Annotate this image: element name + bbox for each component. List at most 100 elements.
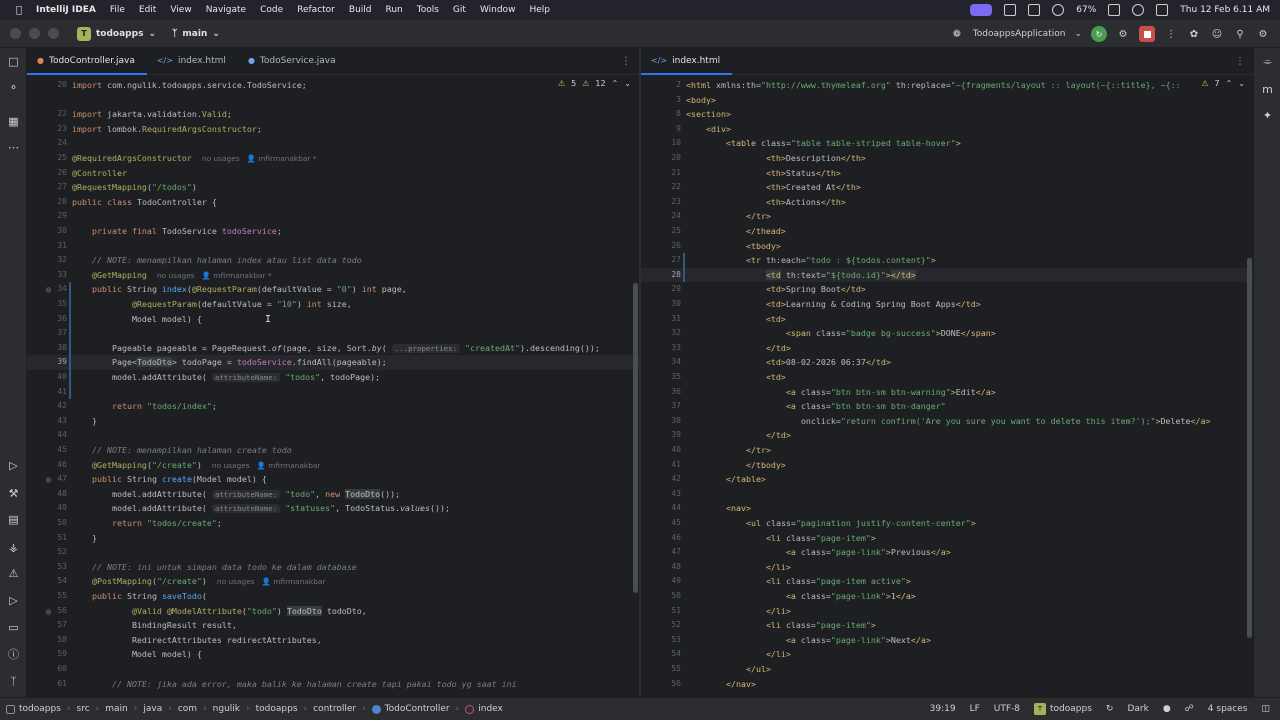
left-code-line[interactable]: 58 RedirectAttributes redirectAttributes… — [27, 633, 639, 648]
menu-help[interactable]: Help — [529, 5, 550, 15]
right-code-line[interactable]: 55 </ul> — [641, 662, 1253, 677]
left-code-line[interactable]: 31 — [27, 239, 639, 254]
shortcuts-icon[interactable] — [1028, 4, 1041, 16]
line-number[interactable]: 8 — [641, 107, 681, 122]
left-code-line[interactable]: 30 private final TodoService todoService… — [27, 224, 639, 239]
left-code-line[interactable]: 45 // NOTE: menampilkan halaman create t… — [27, 443, 639, 458]
status-circle-icon[interactable]: ● — [1163, 704, 1171, 714]
code-text[interactable]: <a class="btn btn-sm btn-danger" — [686, 399, 946, 414]
right-code-line[interactable]: 54 </li> — [641, 647, 1253, 662]
right-code-line[interactable]: 28 <td th:text="${todo.id}"></td> — [641, 267, 1253, 283]
right-code-line[interactable]: 20 <th>Description</th> — [641, 151, 1253, 166]
menu-code[interactable]: Code — [260, 5, 283, 15]
code-text[interactable]: <a class="page-link">Next</a> — [686, 633, 931, 648]
line-number[interactable]: 29 — [641, 282, 681, 297]
right-code-line[interactable]: 8 <section> — [641, 107, 1253, 122]
code-text[interactable]: <li class="page-item"> — [686, 531, 876, 546]
line-number[interactable]: 35 — [27, 297, 67, 312]
line-number[interactable]: 52 — [27, 545, 67, 560]
code-text[interactable]: model.addAttribute( attributeName: "stat… — [72, 501, 450, 517]
line-number[interactable]: 26 — [27, 166, 67, 181]
right-code-line[interactable]: 35 <td> — [641, 370, 1253, 385]
code-text[interactable]: import com.ngulik.todoapps.service.TodoS… — [72, 78, 307, 93]
right-code-line[interactable]: 36 <a class="btn btn-sm btn-warning">Edi… — [641, 385, 1253, 400]
chevron-down-icon[interactable]: ⌄ — [1074, 29, 1082, 39]
code-text[interactable]: Model model) { — [72, 647, 202, 662]
code-text[interactable]: <td>08-02-2026 06:37</td> — [686, 355, 891, 370]
left-code-line[interactable]: 32 // NOTE: menampilkan halaman index at… — [27, 253, 639, 268]
left-code-line[interactable]: 29 — [27, 209, 639, 224]
left-code-line[interactable]: 46 @GetMapping("/create") no usages 👤 mf… — [27, 458, 639, 473]
caret-position[interactable]: 39:19 — [930, 704, 956, 714]
line-number[interactable]: 51 — [27, 531, 67, 546]
right-code-line[interactable]: 23 <th>Actions</th> — [641, 195, 1253, 210]
left-code-line[interactable]: 41 — [27, 385, 639, 400]
line-number[interactable]: 61 — [27, 677, 67, 692]
right-code-line[interactable]: 48 </li> — [641, 560, 1253, 575]
right-code-line[interactable]: 34 <td>08-02-2026 06:37</td> — [641, 355, 1253, 370]
line-number[interactable]: 40 — [641, 443, 681, 458]
code-text[interactable]: model.addAttribute( attributeName: "todo… — [72, 487, 400, 503]
code-text[interactable]: <li class="page-item active"> — [686, 574, 911, 589]
code-text[interactable]: </td> — [686, 428, 791, 443]
right-code-line[interactable]: 27 <tr th:each="todo : ${todos.content}"… — [641, 253, 1253, 268]
left-code-line[interactable]: 28 public class TodoController { — [27, 195, 639, 210]
code-text[interactable]: <ul class="pagination justify-content-ce… — [686, 516, 976, 531]
left-code-line[interactable]: 39 Page<TodoDto> todoPage = todoService.… — [27, 355, 639, 370]
line-number[interactable]: 21 — [641, 166, 681, 181]
problems-circle-icon[interactable]: ⓘ — [6, 646, 21, 661]
left-code-line[interactable]: 33 @GetMapping no usages 👤 mfirmanakbar … — [27, 268, 639, 283]
line-number[interactable]: 58 — [27, 633, 67, 648]
right-code-line[interactable]: 33 </td> — [641, 341, 1253, 356]
more-vertical-icon[interactable]: ⋮ — [621, 56, 631, 67]
line-number[interactable]: 25 — [27, 151, 67, 166]
project-selector[interactable]: T todoapps ⌄ — [77, 26, 156, 41]
rerun-button[interactable]: ↻ — [1091, 26, 1107, 42]
right-code-line[interactable]: 49 <li class="page-item active"> — [641, 574, 1253, 589]
code-text[interactable]: </tbody> — [686, 458, 786, 473]
code-text[interactable]: </td> — [686, 341, 791, 356]
code-text[interactable]: </tr> — [686, 209, 771, 224]
left-code-line[interactable]: 34 public String index(@RequestParam(def… — [27, 282, 639, 297]
line-number[interactable]: 40 — [27, 370, 67, 385]
apple-icon[interactable]:  — [12, 5, 26, 16]
left-code-area[interactable]: 20 import com.ngulik.todoapps.service.Tod… — [27, 76, 639, 697]
file-encoding[interactable]: UTF-8 — [994, 704, 1020, 714]
left-code-line[interactable]: 57 BindingResult result, — [27, 618, 639, 633]
line-number[interactable]: 23 — [641, 195, 681, 210]
code-text[interactable]: <th>Description</th> — [686, 151, 866, 166]
left-code-line[interactable]: 40 model.addAttribute( attributeName: "t… — [27, 370, 639, 385]
code-text[interactable]: @RequestParam(defaultValue = "10") int s… — [72, 297, 352, 312]
tab-index-html-right[interactable]: </> index.html — [641, 48, 733, 75]
line-number[interactable]: 20 — [27, 78, 67, 93]
line-number[interactable]: 31 — [641, 312, 681, 327]
right-code-line[interactable]: 38 onclick="return confirm('Are you sure… — [641, 414, 1253, 429]
menu-git[interactable]: Git — [453, 5, 466, 15]
breadcrumb-item[interactable]: todoapps — [6, 704, 61, 714]
line-number[interactable]: 49 — [27, 501, 67, 516]
left-code-line[interactable]: 36 Model model) { — [27, 312, 639, 327]
breadcrumb-item[interactable]: ngulik — [213, 704, 240, 714]
left-code-line[interactable]: 24 — [27, 136, 639, 151]
debug-tool-icon[interactable]: ▷ — [6, 593, 21, 608]
line-number[interactable]: 28 — [27, 195, 67, 210]
menu-run[interactable]: Run — [385, 5, 402, 15]
terminal-icon[interactable]: ▭ — [6, 620, 21, 635]
code-text[interactable]: // NOTE: ini untuk simpan data todo ke d… — [72, 560, 357, 575]
line-number[interactable]: 60 — [27, 662, 67, 677]
line-number[interactable]: 53 — [641, 633, 681, 648]
line-number[interactable]: 39 — [27, 355, 67, 370]
right-code-line[interactable]: 43 — [641, 487, 1253, 502]
code-text[interactable]: <tbody> — [686, 239, 781, 254]
left-code-line[interactable] — [27, 93, 639, 108]
right-code-line[interactable]: 53 <a class="page-link">Next</a> — [641, 633, 1253, 648]
code-text[interactable]: </ul> — [686, 662, 771, 677]
left-code-line[interactable]: 48 model.addAttribute( attributeName: "t… — [27, 487, 639, 502]
line-number[interactable]: 46 — [641, 531, 681, 546]
left-code-line[interactable]: 42 return "todos/index"; — [27, 399, 639, 414]
line-number[interactable]: 54 — [27, 574, 67, 589]
right-code-line[interactable]: 42 </table> — [641, 472, 1253, 487]
code-text[interactable]: <a class="btn btn-sm btn-warning">Edit</… — [686, 385, 996, 400]
right-code-line[interactable]: 10 <table class="table table-striped tab… — [641, 136, 1253, 151]
code-text[interactable]: RedirectAttributes redirectAttributes, — [72, 633, 322, 648]
